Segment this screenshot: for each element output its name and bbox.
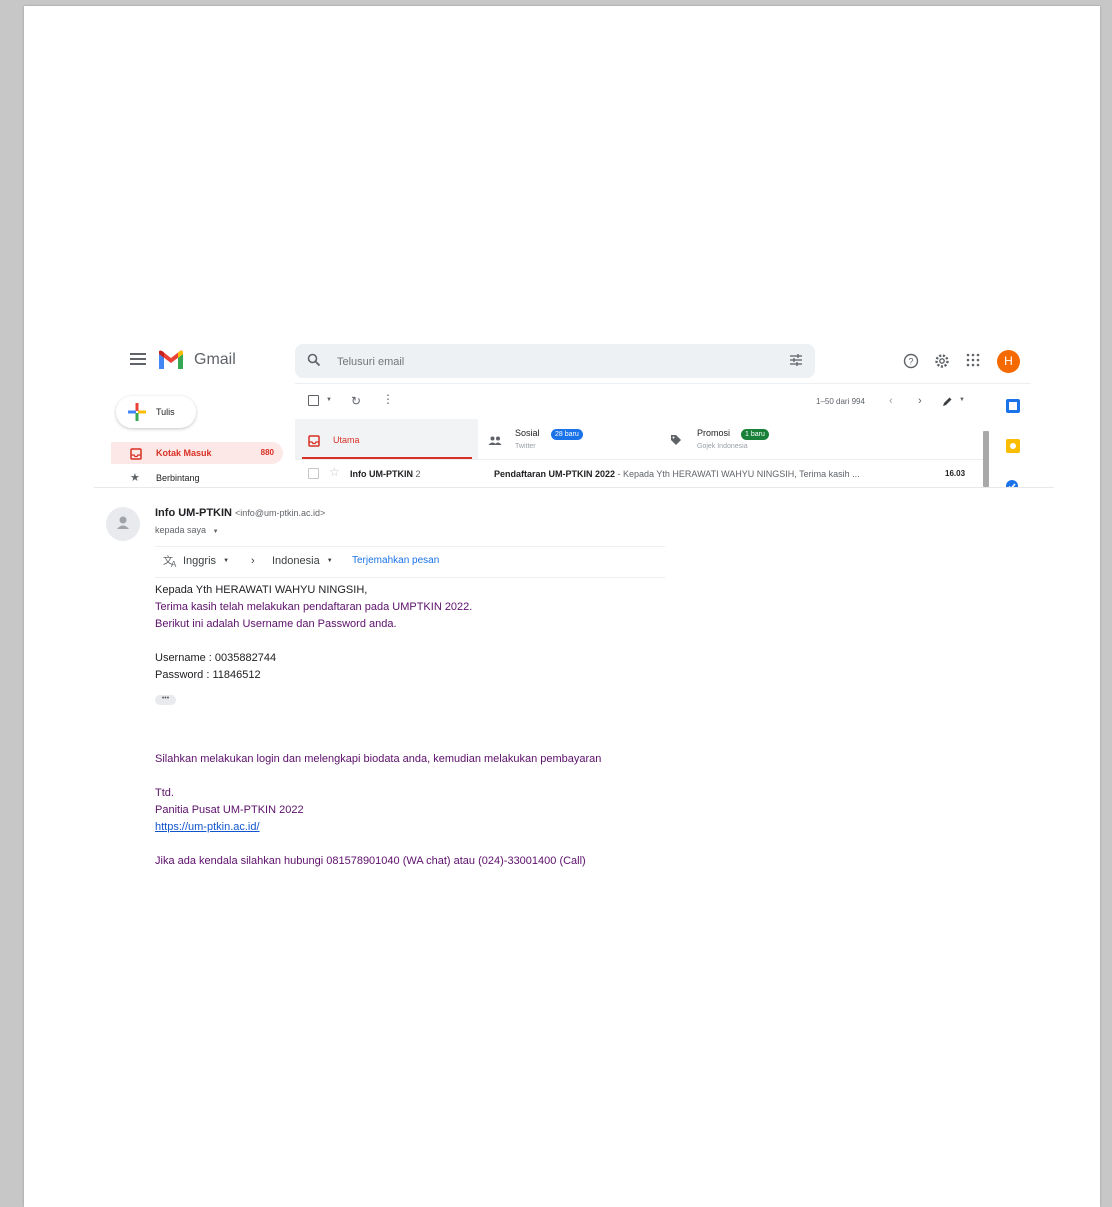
keep-icon[interactable]: [1006, 439, 1020, 453]
sender-name: Info UM-PTKIN: [155, 507, 232, 519]
star-outline-icon[interactable]: ☆: [329, 465, 340, 479]
refresh-icon[interactable]: ↻: [351, 394, 361, 408]
chevron-down-icon: ▼: [212, 529, 219, 535]
target-language-select[interactable]: Indonesia ▼: [272, 555, 333, 567]
tab-label: Sosial: [515, 428, 540, 438]
thread-count: 2: [415, 469, 421, 479]
chevron-down-icon: ▼: [223, 558, 230, 564]
search-options-icon[interactable]: [789, 353, 803, 372]
apps-grid-icon[interactable]: [966, 353, 980, 372]
crop-divider: [94, 487, 1054, 488]
unread-count: 880: [260, 448, 274, 457]
chevron-right-icon[interactable]: ›: [918, 395, 922, 407]
chevron-down-icon: ▼: [326, 558, 333, 564]
subject-text: Pendaftaran UM-PTKIN 2022: [494, 469, 616, 479]
tab-sublabel: Gojek Indonesia: [697, 443, 748, 450]
tab-sublabel: Twitter: [515, 443, 536, 450]
search-input[interactable]: [335, 351, 759, 373]
sidebar-item-label: Kotak Masuk: [156, 448, 212, 458]
tag-icon: [670, 433, 682, 451]
thanks-line: Terima kasih telah melakukan pendaftaran…: [155, 601, 473, 613]
chevron-down-icon[interactable]: ▼: [326, 397, 332, 403]
account-avatar[interactable]: H: [997, 350, 1020, 373]
plus-icon: [128, 403, 146, 426]
svg-text:A: A: [171, 560, 177, 568]
email-sender: Info UM-PTKIN <info@um-ptkin.ac.id>: [155, 507, 325, 519]
search-icon[interactable]: [307, 353, 321, 372]
recipient-text: kepada saya: [155, 525, 207, 535]
sender-name: Info UM-PTKIN: [350, 469, 413, 479]
new-count-badge: 28 baru: [551, 429, 583, 440]
gmail-logo-icon[interactable]: [158, 350, 184, 375]
menu-icon[interactable]: [130, 353, 146, 367]
tab-primary[interactable]: Utama: [295, 419, 478, 459]
translate-message-link[interactable]: Terjemahkan pesan: [352, 555, 439, 566]
people-icon: [488, 433, 502, 451]
pagination-range: 1–50 dari 994: [816, 397, 865, 406]
greeting-line: Kepada Yth HERAWATI WAHYU NINGSIH,: [155, 584, 368, 596]
tab-promotions[interactable]: Promosi 1 baru Gojek Indonesia: [658, 419, 858, 459]
signature-line: Ttd.: [155, 787, 174, 799]
intro-line: Berikut ini adalah Username dan Password…: [155, 618, 397, 630]
arrow-right-icon: ›: [251, 555, 255, 567]
sender-email: <info@um-ptkin.ac.id>: [235, 508, 326, 518]
chevron-down-icon[interactable]: ▼: [959, 397, 965, 403]
row-sender[interactable]: Info UM-PTKIN 2: [350, 469, 421, 479]
recipient-toggle[interactable]: kepada saya ▼: [155, 525, 219, 535]
snippet-text: - Kepada Yth HERAWATI WAHYU NINGSIH, Ter…: [615, 469, 860, 479]
new-count-badge: 1 baru: [741, 429, 769, 440]
sidebar-item-starred[interactable]: ★ Berbintang: [111, 468, 283, 488]
document-page: Gmail ? H Tulis: [24, 6, 1100, 1207]
header-divider: [295, 383, 1031, 384]
compose-label: Tulis: [156, 407, 175, 417]
sidebar-item-inbox[interactable]: Kotak Masuk 880: [111, 442, 283, 464]
show-trimmed-content-button[interactable]: •••: [155, 695, 176, 705]
sidebar-item-label: Berbintang: [156, 473, 200, 483]
committee-line: Panitia Pusat UM-PTKIN 2022: [155, 804, 304, 816]
select-all-checkbox[interactable]: [308, 395, 319, 406]
app-name: Gmail: [194, 351, 236, 368]
help-icon[interactable]: ?: [903, 353, 919, 374]
pen-icon[interactable]: [941, 395, 953, 413]
chevron-left-icon[interactable]: ‹: [889, 395, 893, 407]
username-line: Username : 0035882744: [155, 652, 277, 664]
scrollbar-thumb[interactable]: [983, 431, 989, 487]
more-vert-icon[interactable]: ⋮: [382, 392, 394, 406]
tab-social[interactable]: Sosial 28 baru Twitter: [478, 419, 658, 459]
svg-text:?: ?: [908, 357, 913, 367]
row-subject[interactable]: Pendaftaran UM-PTKIN 2022 - Kepada Yth H…: [494, 469, 914, 479]
tasks-icon[interactable]: [1005, 479, 1019, 487]
translate-icon: 文A: [163, 554, 179, 573]
source-language-select[interactable]: Inggris ▼: [183, 555, 229, 567]
target-language: Indonesia: [272, 555, 320, 567]
inbox-icon: [308, 434, 320, 452]
compose-button[interactable]: Tulis: [116, 396, 196, 428]
password-line: Password : 11846512: [155, 669, 261, 681]
settings-icon[interactable]: [934, 353, 950, 374]
website-link[interactable]: https://um-ptkin.ac.id/: [155, 821, 260, 833]
tabs-divider: [295, 459, 985, 460]
calendar-icon[interactable]: [1006, 399, 1020, 413]
search-bar[interactable]: [295, 344, 815, 378]
tab-label: Utama: [333, 435, 360, 445]
star-icon: ★: [130, 472, 140, 484]
translate-bar: 文A Inggris ▼ › Indonesia ▼ Terjemahkan p…: [155, 546, 665, 578]
contact-line: Jika ada kendala silahkan hubungi 081578…: [155, 855, 586, 867]
sender-avatar: [106, 507, 140, 541]
source-language: Inggris: [183, 555, 217, 567]
row-time: 16.03: [945, 469, 966, 478]
inbox-icon: [130, 447, 142, 465]
tab-label: Promosi: [697, 428, 731, 438]
row-checkbox[interactable]: [308, 468, 319, 479]
instruction-line: Silahkan melakukan login dan melengkapi …: [155, 753, 602, 765]
